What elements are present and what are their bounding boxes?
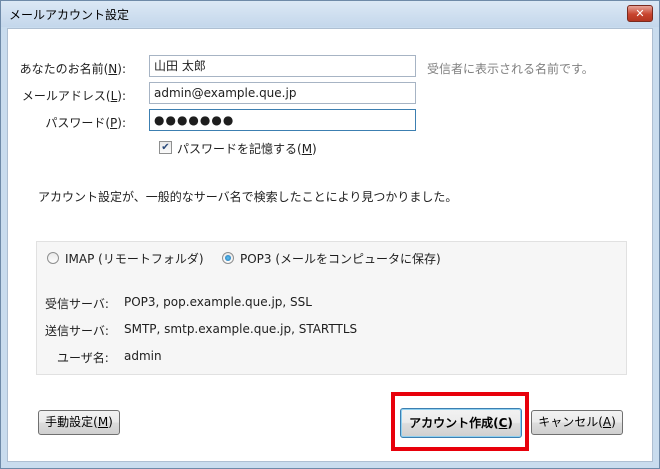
name-input[interactable]: 山田 太郎 <box>149 55 416 77</box>
create-account-button[interactable]: アカウント作成(C) <box>400 408 522 438</box>
password-input-value: ●●●●●●● <box>154 113 235 127</box>
close-icon: ✕ <box>635 7 645 20</box>
pop3-label[interactable]: POP3 (メールをコンピュータに保存) <box>240 250 441 267</box>
name-label: あなたのお名前(N): <box>19 62 126 76</box>
password-label: パスワード(P): <box>45 116 126 130</box>
pop3-radio[interactable] <box>222 252 234 264</box>
outgoing-server-value: SMTP, smtp.example.que.jp, STARTTLS <box>124 322 358 336</box>
cancel-button[interactable]: キャンセル(A) <box>531 410 623 435</box>
imap-radio[interactable] <box>47 252 59 264</box>
incoming-server-label: 受信サーバ: <box>45 297 109 311</box>
email-input[interactable]: admin@example.que.jp <box>149 82 416 104</box>
title-bar[interactable]: メールアカウント設定 ✕ <box>1 1 659 27</box>
close-button[interactable]: ✕ <box>627 5 653 22</box>
manual-config-button[interactable]: 手動設定(M) <box>38 410 120 435</box>
remember-password-label[interactable]: パスワードを記憶する(M) <box>177 140 317 157</box>
email-input-value: admin@example.que.jp <box>154 86 297 100</box>
status-message: アカウント設定が、一般的なサーバ名で検索したことにより見つかりました。 <box>38 190 458 204</box>
mail-account-setup-window: メールアカウント設定 ✕ あなたのお名前(N): 山田 太郎 受信者に表示される… <box>0 0 660 469</box>
server-settings-group: IMAP (リモートフォルダ) POP3 (メールをコンピュータに保存) 受信サ… <box>36 241 627 375</box>
outgoing-server-label: 送信サーバ: <box>45 324 109 338</box>
window-title: メールアカウント設定 <box>9 8 130 22</box>
dialog-body: あなたのお名前(N): 山田 太郎 受信者に表示される名前です。 メールアドレス… <box>7 28 653 462</box>
imap-label[interactable]: IMAP (リモートフォルダ) <box>65 250 204 267</box>
incoming-server-value: POP3, pop.example.que.jp, SSL <box>124 295 312 309</box>
checkmark-icon: ✔ <box>161 142 170 153</box>
name-input-value: 山田 太郎 <box>154 59 206 73</box>
password-input[interactable]: ●●●●●●● <box>149 109 416 131</box>
email-label: メールアドレス(L): <box>21 89 126 103</box>
name-hint: 受信者に表示される名前です。 <box>427 62 594 76</box>
username-label: ユーザ名: <box>57 351 109 365</box>
username-value: admin <box>124 349 162 363</box>
remember-password-checkbox[interactable]: ✔ <box>159 141 172 154</box>
